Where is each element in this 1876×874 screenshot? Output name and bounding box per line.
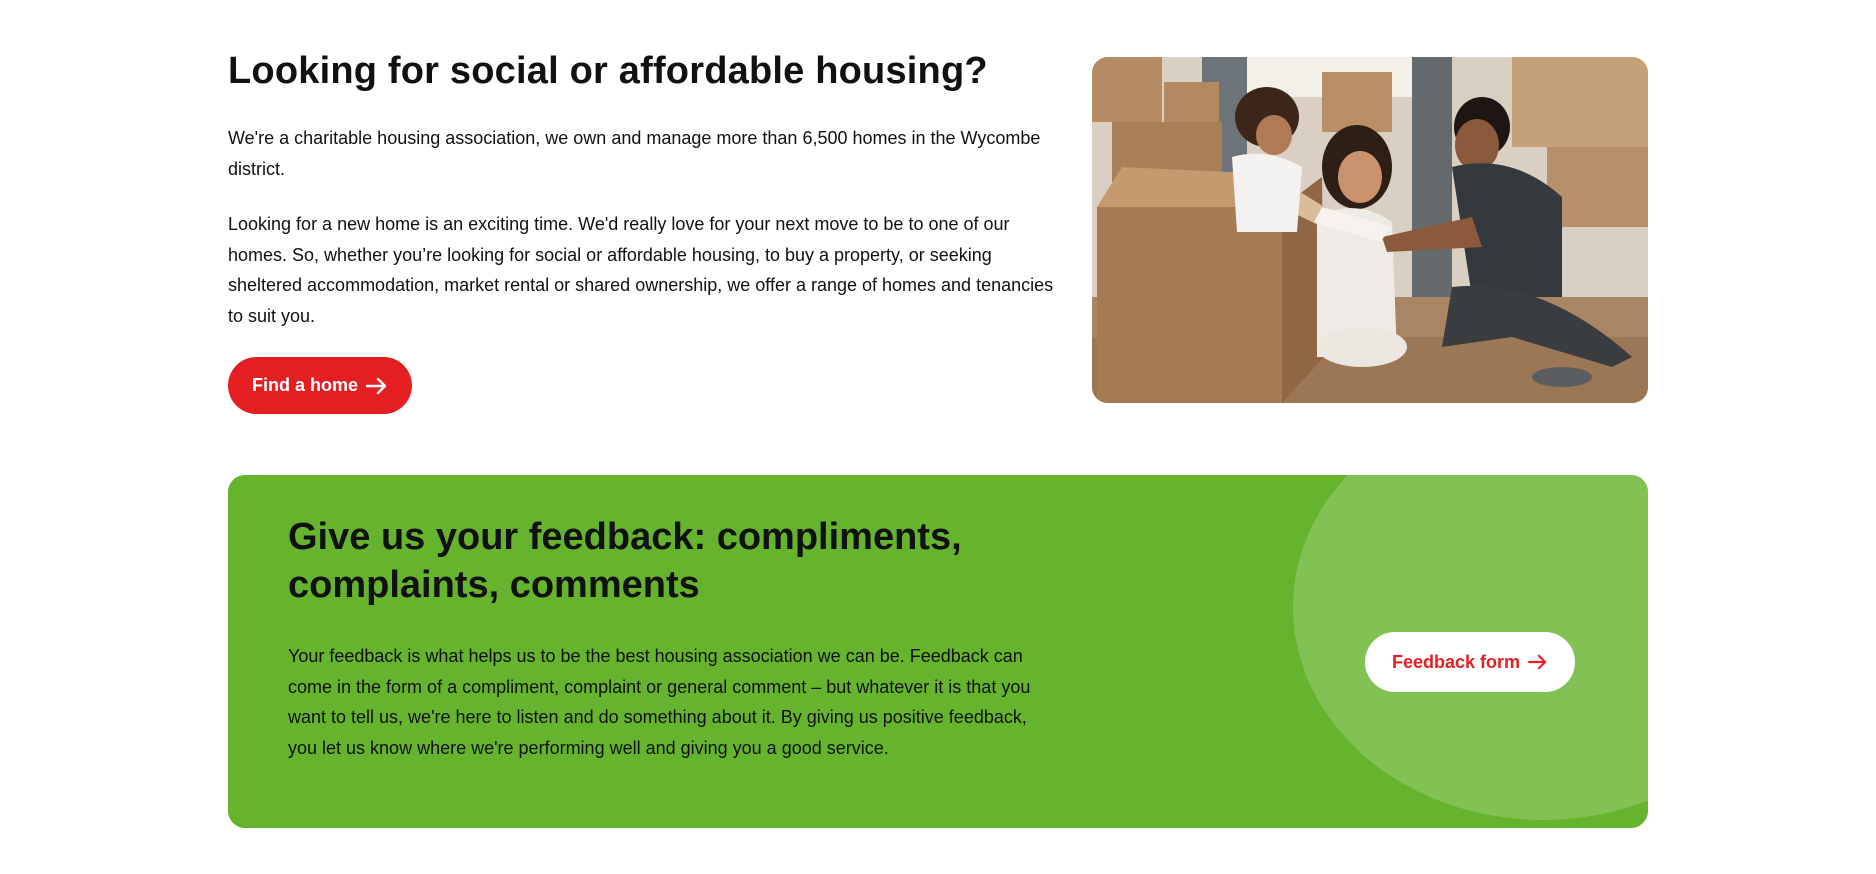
housing-paragraph-2: Looking for a new home is an exciting ti… bbox=[228, 214, 1054, 326]
housing-section: Looking for social or affordable housing… bbox=[228, 40, 1648, 420]
housing-paragraph-1: We're a charitable housing association, … bbox=[228, 128, 1041, 179]
housing-heading: Looking for social or affordable housing… bbox=[228, 50, 988, 92]
page: Looking for social or affordable housing… bbox=[0, 0, 1876, 874]
find-a-home-button[interactable]: Find a home bbox=[228, 357, 412, 414]
family-moving-boxes-photo bbox=[1092, 57, 1648, 403]
arrow-right-icon bbox=[366, 377, 388, 395]
find-a-home-label: Find a home bbox=[251, 375, 358, 395]
feedback-section: Give us your feedback: compliments, comp… bbox=[228, 475, 1648, 828]
housing-intro: We're a charitable housing association, … bbox=[228, 123, 1058, 356]
arrow-right-icon bbox=[1528, 654, 1548, 670]
feedback-paragraph: Your feedback is what helps us to be the… bbox=[288, 646, 1031, 758]
feedback-form-label: Feedback form bbox=[1391, 651, 1521, 672]
feedback-form-button[interactable]: Feedback form bbox=[1365, 632, 1575, 692]
feedback-heading: Give us your feedback: compliments, comp… bbox=[288, 516, 962, 606]
